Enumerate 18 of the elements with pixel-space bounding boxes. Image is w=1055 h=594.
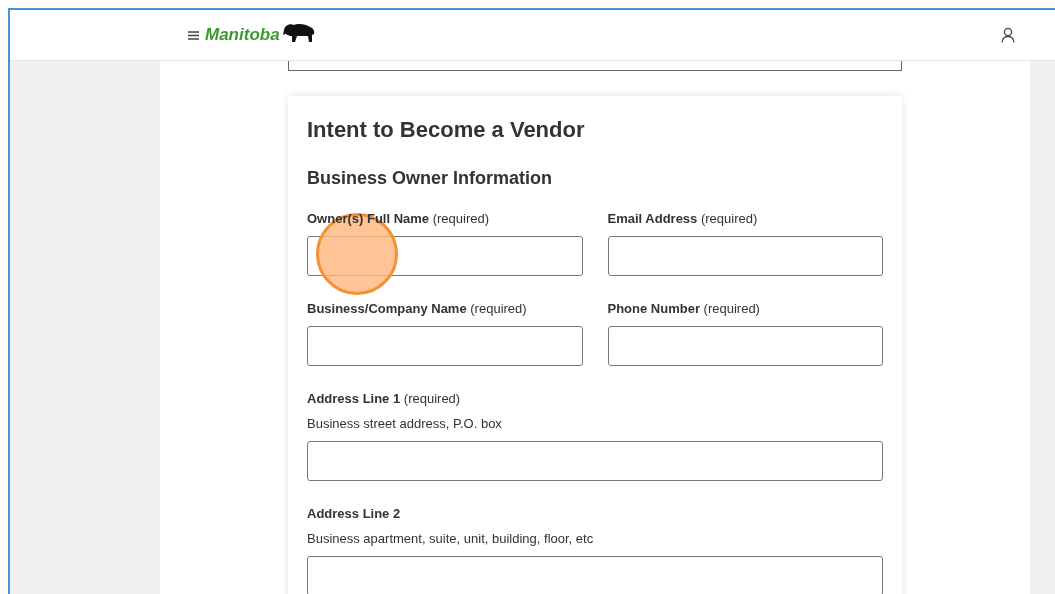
text-field[interactable]: [307, 441, 883, 481]
field-label: Address Line 2: [307, 505, 401, 523]
field-label: Address Line 1 (required): [307, 390, 461, 408]
field-label: Business/Company Name (required): [307, 300, 527, 318]
form-title: Intent to Become a Vendor: [307, 116, 586, 144]
text-field[interactable]: [607, 236, 883, 276]
menu-icon[interactable]: [188, 30, 199, 40]
text-field[interactable]: [307, 556, 883, 594]
section-heading: Business Owner Information: [307, 167, 554, 190]
field-label: Phone Number (required): [607, 300, 760, 318]
brand-logo-text[interactable]: Manitoba: [205, 22, 280, 48]
bison-icon: [281, 22, 316, 44]
user-icon[interactable]: [1001, 27, 1015, 43]
field-hint: Business apartment, suite, unit, building, floor, etc: [307, 530, 594, 548]
text-field[interactable]: [307, 326, 583, 366]
text-field[interactable]: [607, 326, 883, 366]
field-label: Email Address (required): [607, 210, 758, 228]
field-hint: Business street address, P.O. box: [307, 415, 502, 433]
